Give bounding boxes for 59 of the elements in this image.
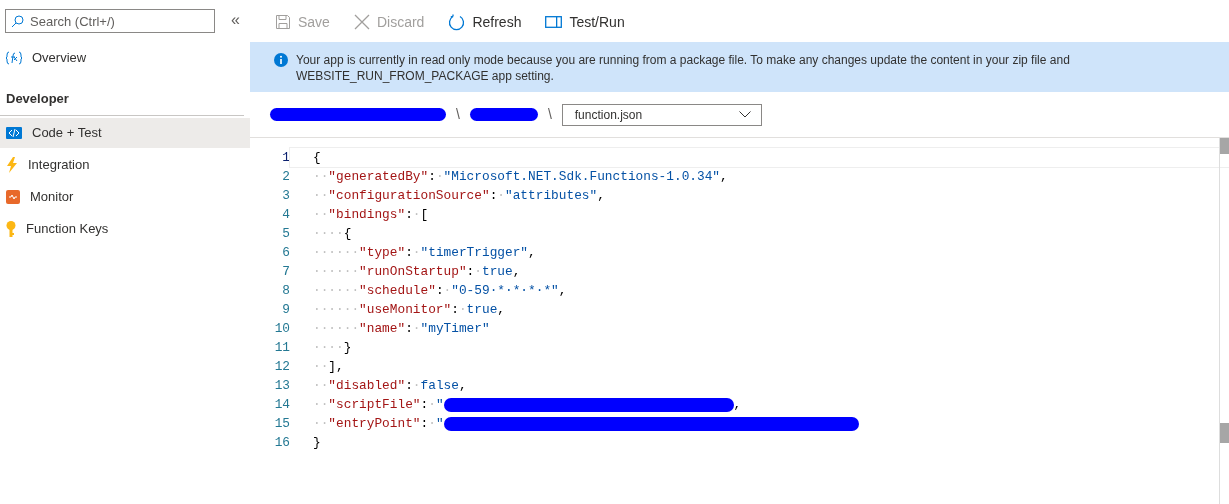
line-number: 11 — [273, 339, 290, 357]
chevron-down-icon — [738, 111, 751, 118]
code-line: ··"generatedBy":·"Microsoft.NET.Sdk.Functions-1.0.34", — [312, 168, 728, 186]
redaction-mark — [469, 108, 538, 121]
refresh-icon — [448, 13, 466, 31]
line-number: 3 — [281, 187, 290, 205]
line-number: 16 — [273, 434, 290, 452]
code-line: ··"entryPoint":·" — [290, 414, 859, 433]
code-line: } — [312, 434, 321, 452]
line-number: 1 — [281, 149, 290, 167]
search-icon — [11, 15, 24, 28]
code-line: ······"useMonitor":·true, — [312, 301, 505, 319]
nav-item[interactable]: Monitor — [0, 181, 250, 212]
code-line: ····} — [312, 339, 352, 357]
toolbar-button[interactable]: Test/Run — [545, 11, 625, 33]
nav-item[interactable]: Code + Test — [0, 117, 250, 148]
line-number: 2 — [281, 168, 290, 186]
code-line: ····{ — [312, 225, 352, 243]
code-line: ··"scriptFile":·" , — [312, 396, 742, 414]
code-line: ··"bindings":·[ — [312, 206, 429, 224]
line-number: 10 — [273, 320, 290, 338]
line-number: 5 — [281, 225, 290, 243]
close-icon — [353, 14, 370, 30]
code-line: ··], — [312, 358, 344, 376]
path-separator: \ — [456, 105, 460, 124]
nav-item[interactable]: Integration — [0, 149, 250, 180]
line-number: 4 — [281, 206, 290, 224]
path-separator: \ — [547, 105, 552, 124]
function-icon — [6, 51, 22, 65]
save-icon — [275, 14, 291, 30]
line-number: 14 — [273, 396, 290, 414]
line-number: 13 — [273, 377, 290, 395]
code-line: ··"configurationSource":·"attributes", — [312, 187, 605, 205]
panel-icon — [545, 16, 563, 28]
file-dropdown[interactable]: function.json — [561, 103, 762, 126]
scrollbar[interactable] — [1219, 138, 1229, 504]
line-number: 7 — [281, 263, 290, 281]
code-line: ······"schedule":·"0-59·*·*·*·*", — [312, 282, 567, 300]
info-message: Your app is currently in read only mode because you are running from a package file. To make any changes update the content in your zip file and WEBSITE_RUN_FROM_PACKAGE app setting. — [296, 52, 1071, 84]
nav-item[interactable]: Overview — [0, 43, 250, 73]
code-line: ··"disabled":·false, — [312, 377, 467, 395]
code-line: ······"runOnStartup":·true, — [312, 263, 521, 281]
line-number: 8 — [281, 282, 290, 300]
toolbar-button[interactable]: Refresh — [448, 11, 522, 33]
line-number: 15 — [273, 415, 290, 433]
code-line: ······"type":·"timerTrigger", — [312, 244, 536, 262]
lightning-icon — [6, 156, 18, 173]
key-icon — [6, 220, 16, 237]
line-number: 9 — [281, 301, 290, 319]
code-line: ······"name":·"myTimer" — [312, 320, 490, 338]
code-icon — [6, 126, 22, 139]
info-icon — [274, 53, 288, 67]
collapse-button[interactable]: « — [227, 8, 244, 32]
line-number: 6 — [281, 244, 290, 262]
line-number: 12 — [273, 358, 290, 376]
nav-item[interactable]: Function Keys — [0, 213, 250, 244]
section-heading: Developer — [0, 83, 244, 116]
monitor-icon — [6, 189, 20, 204]
search-field[interactable]: Search (Ctrl+/) — [5, 9, 215, 33]
